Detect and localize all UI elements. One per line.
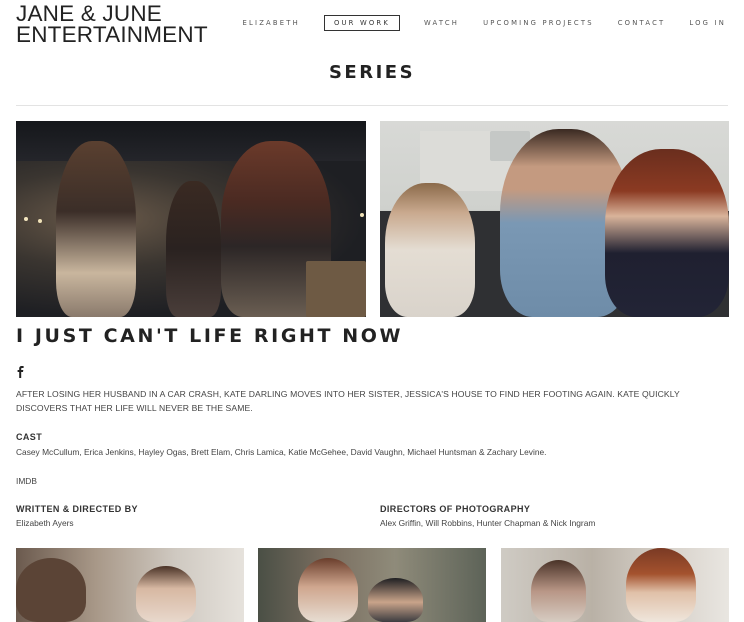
written-directed-name: Elizabeth Ayers: [16, 518, 74, 528]
cast-list: Casey McCullum, Erica Jenkins, Hayley Og…: [16, 447, 547, 457]
site-header: JANE & JUNE ENTERTAINMENT ELIZABETH OUR …: [0, 0, 744, 50]
gallery-thumbnail-3[interactable]: [501, 548, 729, 622]
nav-our-work[interactable]: OUR WORK: [323, 15, 400, 31]
logo-line-2: ENTERTAINMENT: [16, 22, 208, 47]
nav-contact[interactable]: CONTACT: [618, 15, 666, 31]
nav-watch[interactable]: WATCH: [424, 15, 459, 31]
series-still-1: [16, 121, 366, 317]
main-nav: ELIZABETH OUR WORK WATCH UPCOMING PROJEC…: [243, 15, 726, 31]
gallery-thumbnail-1[interactable]: [16, 548, 244, 622]
section-title: SERIES: [328, 62, 416, 83]
gallery-thumbnail-2[interactable]: [258, 548, 486, 622]
site-logo[interactable]: JANE & JUNE ENTERTAINMENT: [16, 1, 208, 47]
nav-upcoming-projects[interactable]: UPCOMING PROJECTS: [483, 15, 594, 31]
nav-log-in[interactable]: LOG IN: [689, 15, 726, 31]
facebook-icon[interactable]: [16, 366, 25, 378]
imdb-link[interactable]: IMDB: [16, 476, 37, 486]
logo-line-1: JANE & JUNE: [16, 1, 162, 26]
written-directed-label: WRITTEN & DIRECTED BY: [16, 504, 138, 514]
nav-elizabeth[interactable]: ELIZABETH: [243, 15, 300, 31]
cast-label: CAST: [16, 432, 43, 442]
show-title: I JUST CAN'T LIFE RIGHT NOW: [16, 325, 404, 347]
series-still-2: [380, 121, 729, 317]
show-description: AFTER LOSING HER HUSBAND IN A CAR CRASH,…: [16, 389, 680, 413]
section-divider: [16, 105, 728, 106]
dp-label: DIRECTORS OF PHOTOGRAPHY: [380, 504, 531, 514]
dp-names: Alex Griffin, Will Robbins, Hunter Chapm…: [380, 518, 596, 528]
